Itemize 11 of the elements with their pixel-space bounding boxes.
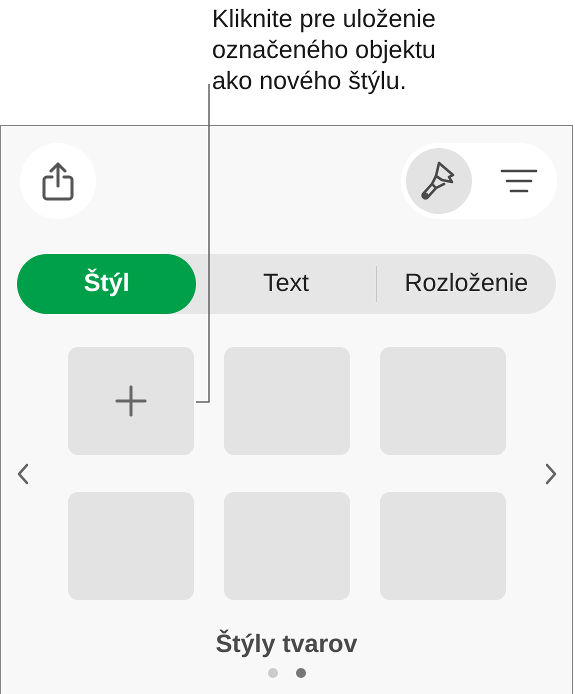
add-style-tile[interactable] [68, 347, 194, 455]
brush-button[interactable] [406, 148, 472, 214]
chevron-right-icon[interactable] [545, 462, 557, 484]
plus-icon [115, 385, 147, 417]
segment-tab[interactable]: Text [196, 254, 376, 314]
callout-text: Kliknite pre uloženie označeného objektu ako nového štýlu. [212, 4, 437, 97]
lines-icon [500, 169, 538, 193]
share-icon [41, 161, 75, 201]
section-title: Štýly tvarov [216, 628, 358, 660]
segment-tab[interactable]: Rozloženie [376, 254, 556, 314]
chevron-left-icon[interactable] [17, 462, 29, 484]
